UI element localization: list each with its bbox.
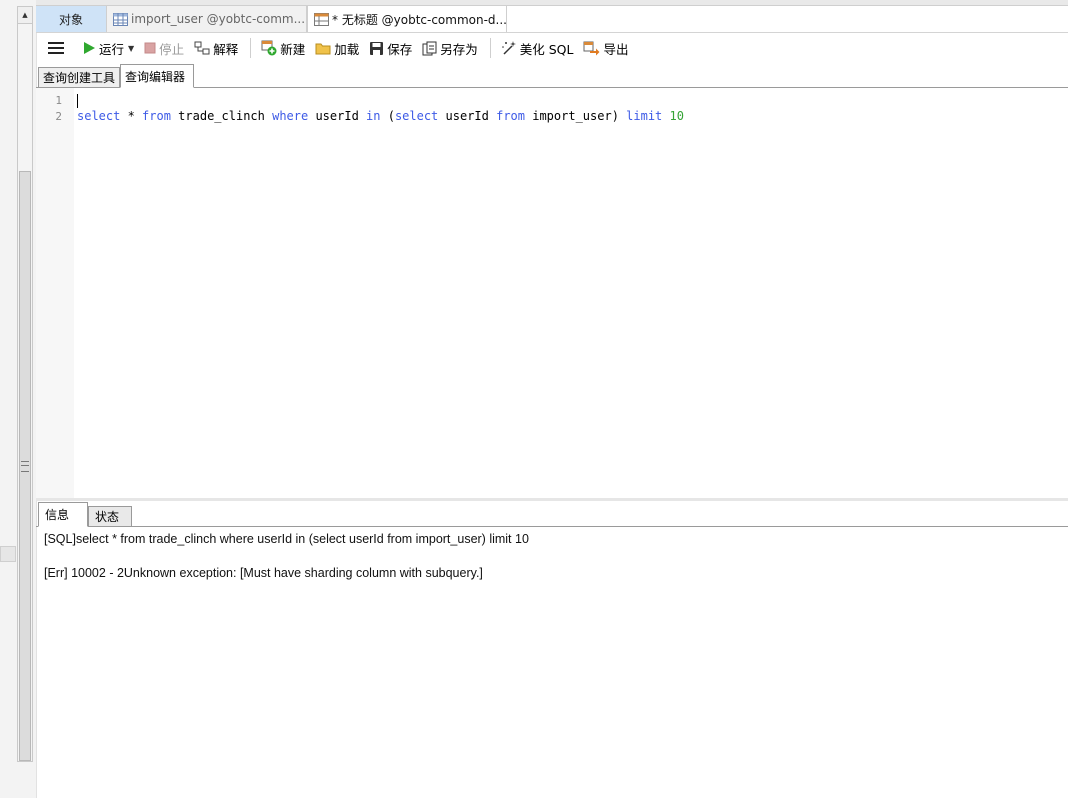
hamburger-menu-icon[interactable] [48,42,64,54]
beautify-sql-button[interactable]: 美化 SQL [497,36,578,60]
toolbar-separator [250,38,252,58]
new-query-icon [261,40,277,56]
new-label: 新建 [280,41,306,57]
stop-icon [144,42,156,54]
export-icon [583,41,600,55]
query-icon [314,12,329,26]
tab-query-builder[interactable]: 查询创建工具 [38,67,120,88]
result-tabs: 信息 状态 [36,501,1068,527]
sql-code-line[interactable]: select * from trade_clinch where userId … [77,109,684,123]
tab-objects[interactable]: 对象 [36,6,107,32]
sql-message: [SQL]select * from trade_clinch where us… [44,532,529,546]
tab-query-editor-label: 查询编辑器 [125,69,186,84]
tab-status[interactable]: 状态 [88,506,132,527]
save-button[interactable]: 保存 [365,36,416,60]
tab-untitled-query-label: * 无标题 @yobtc-common-d... [332,12,507,27]
vertical-scrollbar[interactable]: ▲ [17,6,33,762]
save-as-button[interactable]: 另存为 [418,36,482,60]
save-icon [370,41,384,55]
sql-text: ( [380,109,395,123]
save-as-label: 另存为 [440,41,478,57]
line-number-gutter: 1 2 [36,88,74,499]
sql-text: userId [308,109,367,123]
sql-text: * [120,109,143,123]
export-label: 导出 [603,41,629,57]
load-label: 加载 [334,41,360,57]
sql-keyword: from [142,109,171,123]
explain-label: 解释 [213,41,239,57]
line-number: 1 [55,94,62,107]
explain-icon [194,41,210,55]
new-button[interactable]: 新建 [257,36,309,60]
sql-keyword: select [77,109,121,123]
run-button[interactable]: 运行 ▼ [78,36,138,60]
query-mode-tabs: 查询创建工具 查询编辑器 [36,63,1068,88]
table-icon [113,12,128,26]
folder-icon [315,43,331,55]
save-label: 保存 [387,41,413,57]
sql-editor[interactable]: 1 2 select * from trade_clinch where use… [36,88,1068,499]
stop-button[interactable]: 停止 [140,36,188,60]
toolbar-separator [489,38,491,58]
text-cursor [77,94,78,108]
sql-text: import_user) [525,109,627,123]
run-label: 运行 [99,41,125,57]
tab-query-builder-label: 查询创建工具 [43,71,116,85]
document-tab-bar: 对象 import_user @yobtc-comm... * 无标题 @yob… [36,5,1068,33]
sql-text: userId [438,109,497,123]
sql-text: trade_clinch [170,109,273,123]
error-message: [Err] 10002 - 2Unknown exception: [Must … [44,566,483,580]
tab-info[interactable]: 信息 [38,502,88,527]
export-button[interactable]: 导出 [579,36,632,60]
side-collapse-handle[interactable] [0,546,16,562]
sql-keyword: in [366,109,381,123]
sql-keyword: from [496,109,525,123]
line-number: 2 [55,110,62,123]
sql-keyword: select [394,109,439,123]
load-button[interactable]: 加载 [311,36,363,60]
sql-keyword: where [272,109,309,123]
tab-untitled-query[interactable]: * 无标题 @yobtc-common-d... [307,6,507,32]
beautify-sql-label: 美化 SQL [519,41,574,57]
sql-keyword: limit [626,109,663,123]
tab-import-user[interactable]: import_user @yobtc-comm... [107,6,307,32]
play-icon [84,42,95,54]
tab-query-editor[interactable]: 查询编辑器 [120,64,194,88]
magic-wand-icon [501,41,516,55]
query-toolbar: 运行 ▼ 停止 解释 新建 加载 保存 另存为 美化 SQL 导出 [36,33,1068,63]
sql-number: 10 [669,109,684,123]
tab-info-label: 信息 [45,508,70,522]
scroll-up-arrow-icon[interactable]: ▲ [18,7,32,24]
explain-button[interactable]: 解释 [190,36,242,60]
save-as-icon [422,41,437,55]
stop-label: 停止 [159,41,185,57]
tab-status-label: 状态 [95,510,120,524]
tab-import-user-label: import_user @yobtc-comm... [131,12,306,26]
scrollbar-grip-icon [21,461,29,472]
run-dropdown-caret-icon[interactable]: ▼ [128,44,134,53]
tab-objects-label: 对象 [58,12,83,27]
